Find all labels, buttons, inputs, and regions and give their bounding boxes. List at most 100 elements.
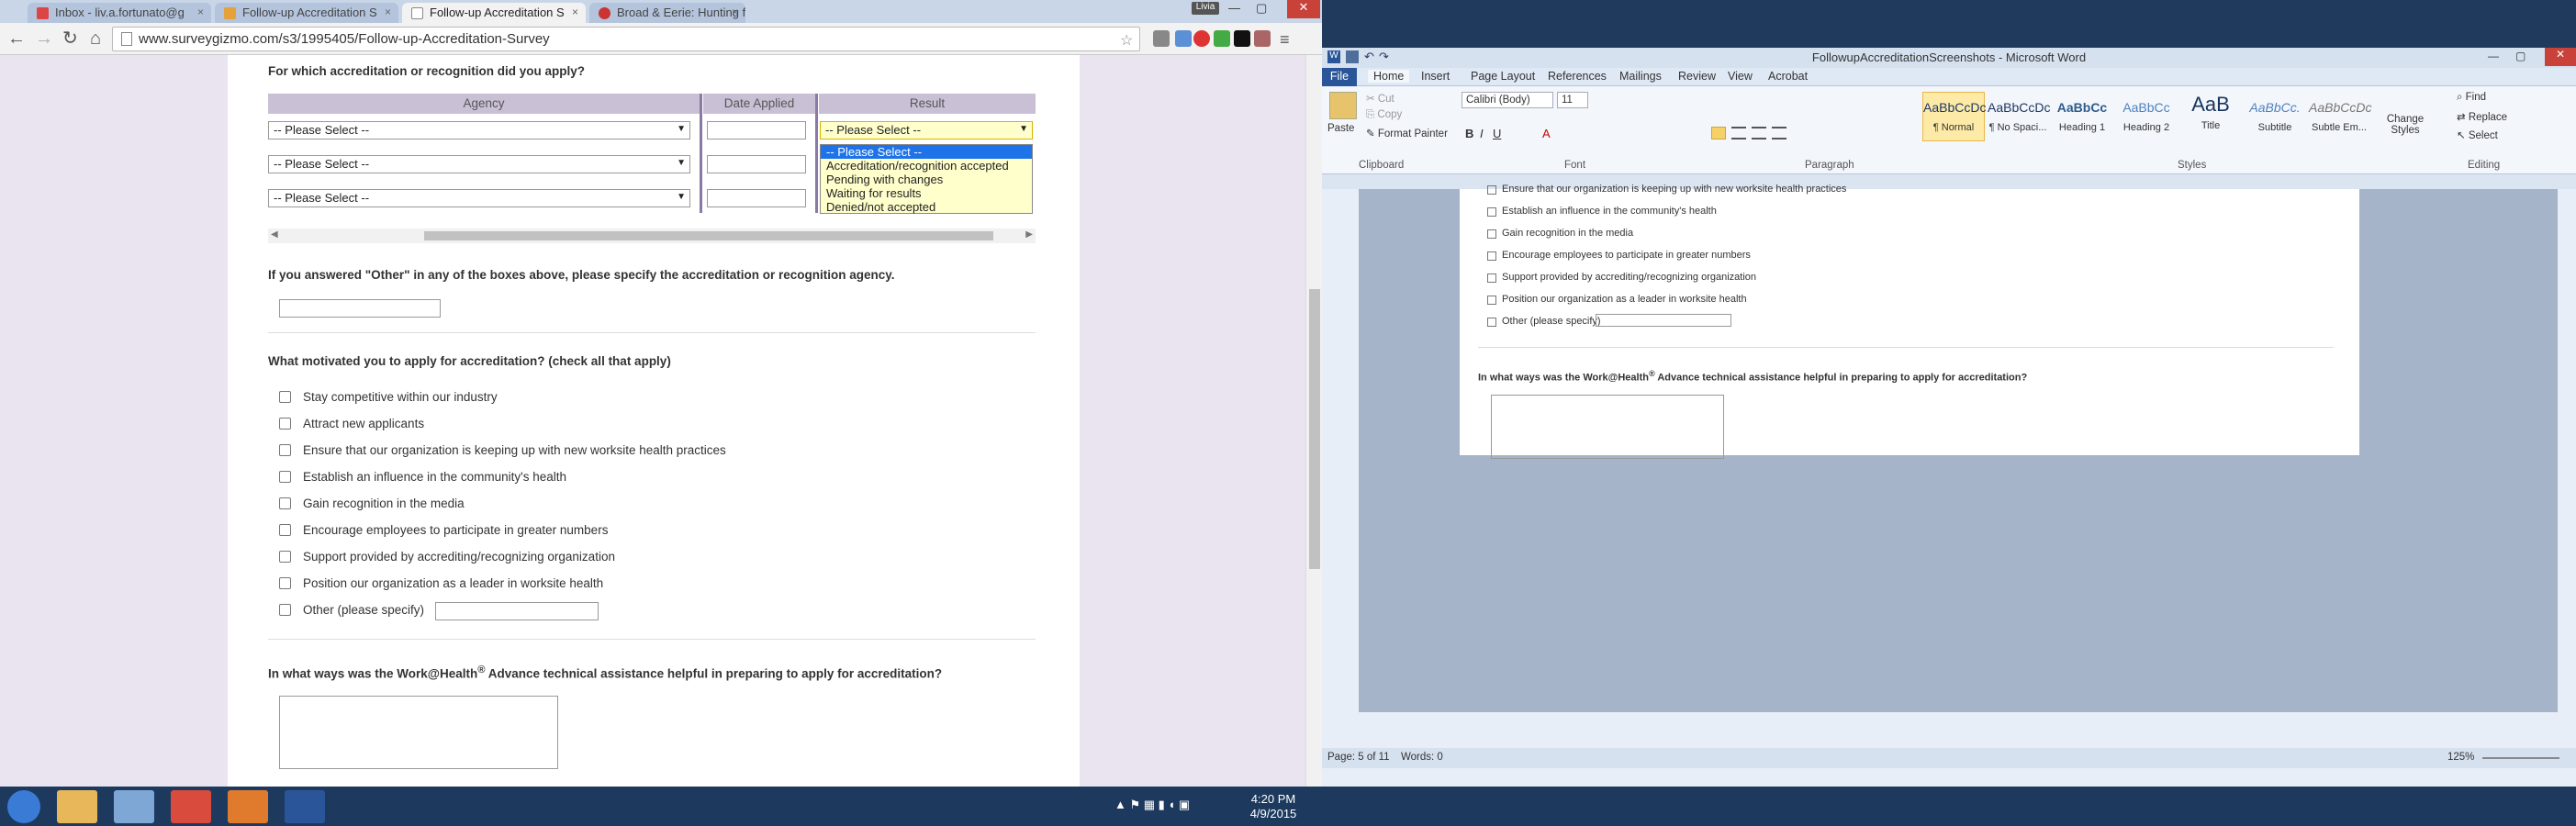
word-taskbar-icon[interactable] [285, 790, 325, 823]
word-count[interactable]: Words: 0 [1401, 752, 1443, 763]
checkbox[interactable] [279, 497, 291, 509]
minimize-icon[interactable]: — [2488, 50, 2499, 62]
tab-gmail[interactable]: Inbox - liv.a.fortunato@g × [28, 3, 211, 23]
tab-survey-active[interactable]: Follow-up Accreditation S × [402, 3, 586, 23]
align-left-icon[interactable] [1711, 127, 1726, 140]
checkbox[interactable] [279, 577, 291, 589]
bookmark-star-icon[interactable]: ☆ [1120, 31, 1133, 50]
address-bar[interactable]: www.surveygizmo.com/s3/1995405/Follow-up… [112, 27, 1140, 51]
find-button[interactable]: ⌕ Find [2457, 92, 2486, 104]
tab-file[interactable]: File [1322, 68, 1357, 86]
format-painter-button[interactable]: ✎ Format Painter [1366, 127, 1448, 140]
checkbox[interactable] [279, 471, 291, 483]
close-icon[interactable]: × [197, 6, 204, 18]
restore-icon[interactable]: ▢ [2515, 50, 2526, 62]
style-heading-1[interactable]: AaBbCc Heading 1 [2051, 92, 2113, 141]
style-no-spacing[interactable]: AaBbCcDc ¶ No Spaci... [1987, 92, 2050, 141]
style-subtitle[interactable]: AaBbCc. Subtitle [2244, 92, 2306, 141]
file-explorer-icon[interactable] [57, 790, 97, 823]
zoom-slider[interactable] [2482, 757, 2559, 759]
evernote-icon[interactable] [1214, 30, 1230, 47]
scrollbar-thumb[interactable] [424, 231, 993, 240]
scroll-left-icon[interactable]: ◀ [271, 229, 278, 240]
cut-button[interactable]: ✂ Cut [1366, 92, 1394, 105]
tab-insert[interactable]: Insert [1421, 70, 1450, 83]
checkbox[interactable] [279, 391, 291, 403]
dropdown-option[interactable]: Denied/not accepted [821, 200, 1032, 214]
outlook-icon[interactable] [228, 790, 268, 823]
close-icon[interactable]: × [572, 6, 578, 18]
checkbox[interactable] [279, 444, 291, 456]
tab-broad-eerie[interactable]: Broad & Eerie: Hunting fo × [589, 3, 745, 23]
close-window-icon[interactable]: ✕ [2545, 48, 2576, 66]
close-window-icon[interactable]: ✕ [1287, 0, 1320, 18]
tab-page-layout[interactable]: Page Layout [1471, 70, 1535, 83]
forward-icon[interactable]: → [35, 28, 53, 49]
tab-view[interactable]: View [1728, 70, 1753, 83]
vertical-scrollbar[interactable] [1305, 55, 1322, 787]
style-heading-2[interactable]: AaBbCc Heading 2 [2115, 92, 2178, 141]
cast-icon[interactable] [1153, 30, 1170, 47]
copy-button[interactable]: ⎘ Copy [1366, 109, 1402, 121]
font-size-select[interactable]: 11 [1557, 92, 1588, 108]
minimize-icon[interactable]: — [1228, 1, 1240, 15]
profile-badge[interactable]: Livia [1192, 2, 1219, 15]
date-applied-input-1[interactable] [707, 121, 806, 140]
style-normal[interactable]: AaBbCcDc ¶ Normal [1922, 92, 1986, 141]
checkbox[interactable] [279, 524, 291, 536]
calculator-icon[interactable] [114, 790, 154, 823]
dropdown-option[interactable]: Pending with changes [821, 173, 1032, 186]
agency-select-3[interactable]: -- Please Select -- ▼ [268, 189, 690, 207]
back-icon[interactable]: ← [7, 28, 26, 49]
change-styles-button[interactable]: Change Styles [2385, 114, 2425, 136]
agency-select-2[interactable]: -- Please Select -- ▼ [268, 155, 690, 173]
home-icon[interactable]: ⌂ [90, 28, 101, 49]
dropdown-option[interactable]: -- Please Select -- [821, 145, 1032, 159]
redo-icon[interactable]: ↷ [1379, 50, 1389, 64]
tab-mailings[interactable]: Mailings [1619, 70, 1662, 83]
scrollbar-thumb[interactable] [1309, 289, 1320, 569]
select-button[interactable]: ↖ Select [2457, 128, 2498, 141]
technical-assistance-textarea[interactable] [279, 696, 558, 769]
checkbox[interactable] [279, 551, 291, 563]
font-name-select[interactable]: Calibri (Body) [1462, 92, 1553, 108]
underline-icon[interactable]: U [1493, 127, 1501, 140]
extension-icon[interactable] [1234, 30, 1250, 47]
replace-button[interactable]: ⇄ Replace [2457, 110, 2507, 123]
save-icon[interactable] [1346, 50, 1359, 63]
zoom-level[interactable]: 125% [2447, 752, 2474, 763]
extension-icon[interactable] [1175, 30, 1192, 47]
tab-survey-1[interactable]: Follow-up Accreditation S × [215, 3, 398, 23]
tab-review[interactable]: Review [1678, 70, 1716, 83]
result-select-1[interactable]: -- Please Select -- ▼ [820, 121, 1033, 140]
tab-acrobat[interactable]: Acrobat [1768, 70, 1808, 83]
start-button[interactable] [7, 790, 40, 823]
date-applied-input-3[interactable] [707, 189, 806, 207]
style-title[interactable]: AaB Title [2179, 92, 2242, 141]
align-center-icon[interactable] [1731, 127, 1746, 140]
checkbox[interactable] [279, 418, 291, 430]
agency-select-1[interactable]: -- Please Select -- ▼ [268, 121, 690, 140]
tab-home[interactable]: Home [1368, 70, 1410, 83]
font-color-icon[interactable]: A [1542, 127, 1551, 140]
menu-icon[interactable]: ≡ [1280, 30, 1296, 49]
maximize-icon[interactable]: ▢ [1256, 1, 1267, 16]
reload-icon[interactable]: ↻ [62, 28, 78, 49]
style-subtle-emphasis[interactable]: AaBbCcDc Subtle Em... [2308, 92, 2371, 141]
close-icon[interactable]: × [385, 6, 391, 18]
paste-icon[interactable] [1329, 92, 1357, 119]
other-agency-input[interactable] [279, 299, 441, 318]
justify-icon[interactable] [1772, 127, 1786, 140]
dropdown-option[interactable]: Accreditation/recognition accepted [821, 159, 1032, 173]
page-count[interactable]: Page: 5 of 11 [1327, 752, 1390, 763]
dropdown-option[interactable]: Waiting for results [821, 186, 1032, 200]
adblock-icon[interactable] [1193, 30, 1210, 47]
italic-icon[interactable]: I [1480, 127, 1484, 140]
tray-icons[interactable]: ▲ ⚑ ▦ ▮ ◖ ▣ [1114, 798, 1190, 812]
checkbox-other[interactable] [279, 604, 291, 616]
paste-button[interactable]: Paste [1327, 123, 1354, 134]
scroll-right-icon[interactable]: ▶ [1025, 229, 1033, 240]
tab-references[interactable]: References [1548, 70, 1607, 83]
bold-icon[interactable]: B [1465, 127, 1473, 140]
other-motivation-input[interactable] [435, 602, 599, 620]
